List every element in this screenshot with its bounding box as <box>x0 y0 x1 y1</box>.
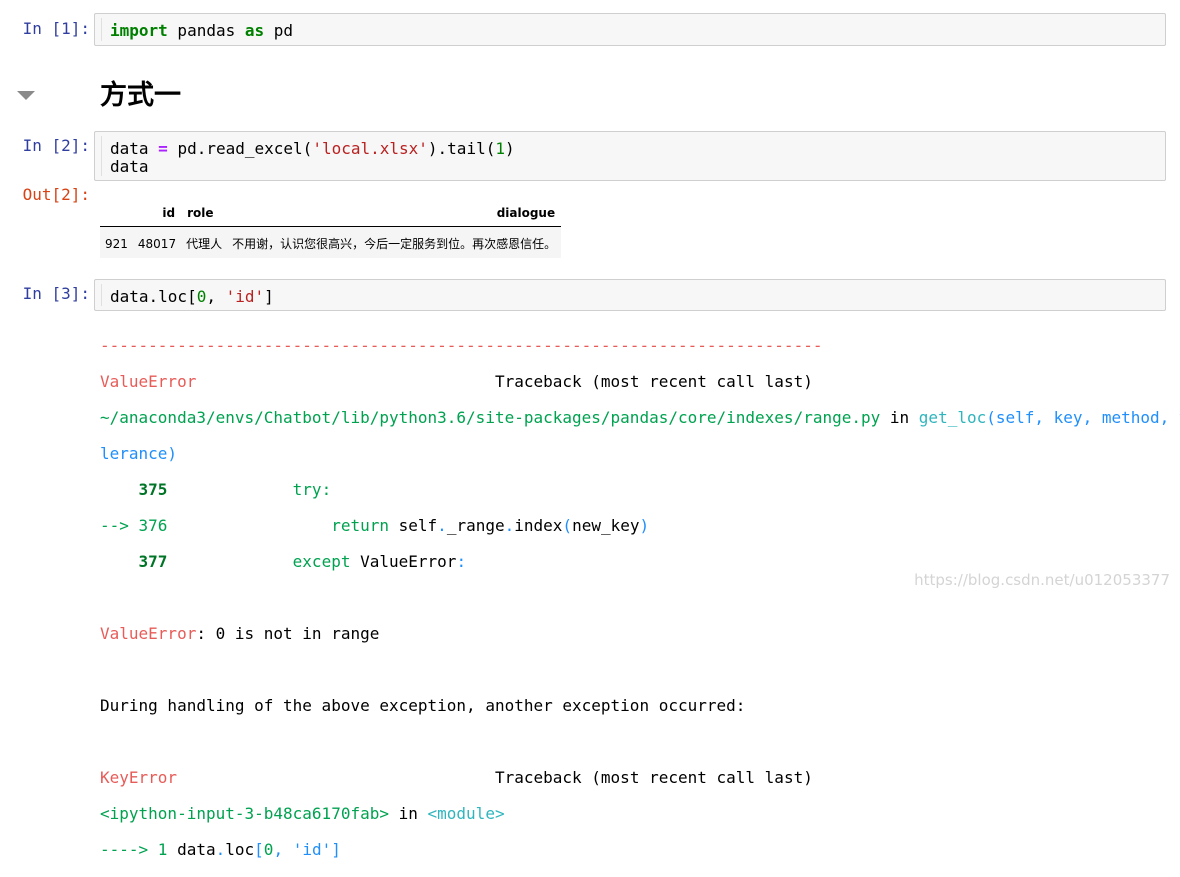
keyword-as: as <box>244 21 265 40</box>
function-name: get_loc <box>918 408 987 427</box>
code-text: data <box>110 157 149 176</box>
error-traceback: ----------------------------------------… <box>100 319 1180 877</box>
error-type: ValueError <box>100 372 197 391</box>
traceback-code-line: 377 except ValueError: <box>100 553 1170 571</box>
code-text: ) <box>504 139 515 158</box>
string-literal: 'id' <box>225 287 265 306</box>
code-fragment: loc <box>225 840 255 859</box>
cell2-out-prompt: Out[2]: <box>22 185 90 204</box>
traceback-header-line: KeyError Traceback (most recent call las… <box>100 769 1170 787</box>
error-type: ValueError <box>100 624 197 643</box>
column-header-role: role <box>181 200 228 227</box>
cell-dialogue: 不用谢，认识您很高兴，今后一定服务到位。再次感恩信任。 <box>227 226 562 258</box>
cell-role: 代理人 <box>181 226 228 258</box>
code-punct: . <box>504 516 515 535</box>
cell1-prompt: In [1]: <box>22 19 90 38</box>
traceback-code-line: --> 376 return self._range.index(new_key… <box>100 517 1170 535</box>
cell1-code-input[interactable]: import pandas as pd <box>94 13 1166 46</box>
table-row: 921 48017 代理人 不用谢，认识您很高兴，今后一定服务到位。再次感恩信任… <box>100 226 562 258</box>
code-fragment: ValueError <box>350 552 457 571</box>
input-reference: <ipython-input-3-b48ca6170fab> <box>100 804 389 823</box>
column-header-id: id <box>132 200 182 227</box>
collapse-heading-icon[interactable] <box>17 91 35 100</box>
traceback-header-line: ValueError Traceback (most recent call l… <box>100 373 1170 391</box>
traceback-separator: ----------------------------------------… <box>100 336 823 355</box>
code-punct: . <box>437 516 447 535</box>
code-text: , <box>206 287 226 306</box>
cell3-prompt: In [3]: <box>22 284 90 303</box>
traceback-file-line: ~/anaconda3/envs/Chatbot/lib/python3.6/s… <box>100 408 1180 427</box>
code-number: 0 <box>263 840 274 859</box>
traceback-code-line: ----> 1 data.loc[0, 'id'] <box>100 841 1170 859</box>
module-name: pandas <box>167 21 245 40</box>
code-fragment: index <box>514 516 563 535</box>
cell3-code-input[interactable]: data.loc[0, 'id'] <box>94 279 1166 311</box>
alias-name: pd <box>264 21 294 40</box>
code-text: data <box>110 139 159 158</box>
code-keyword: return <box>167 516 389 535</box>
function-args: (self, key, method, to <box>986 408 1180 427</box>
traceback-label: Traceback (most recent call last) <box>494 768 813 787</box>
traceback-file-line: <ipython-input-3-b48ca6170fab> in <modul… <box>100 805 1170 823</box>
column-header-dialogue: dialogue <box>227 200 562 227</box>
function-args-wrap: lerance) <box>100 444 178 463</box>
error-message: ValueError: 0 is not in range <box>100 625 1170 643</box>
code-punct: [ <box>254 840 264 859</box>
number-literal: 1 <box>495 139 505 158</box>
traceback-code-line: 375 try: <box>100 481 1170 499</box>
module-reference: <module> <box>427 804 505 823</box>
row-index: 921 <box>100 226 133 258</box>
traceback-label: Traceback (most recent call last) <box>494 372 813 391</box>
code-text: ).tail( <box>427 139 496 158</box>
keyword-import: import <box>110 21 168 40</box>
line-number: 375 <box>100 480 168 499</box>
index-header <box>100 200 133 227</box>
section-heading: 方式一 <box>100 80 181 111</box>
code-punct: : <box>456 552 467 571</box>
watermark-text: https://blog.csdn.net/u012053377 <box>914 571 1170 589</box>
error-type: KeyError <box>100 768 178 787</box>
dataframe-output: id role dialogue 921 48017 代理人 不用谢，认识您很高… <box>100 200 562 258</box>
during-handling-text: During handling of the above exception, … <box>100 696 746 715</box>
code-text: pd.read_excel( <box>167 139 313 158</box>
cell2-code-input[interactable]: data = pd.read_excel('local.xlsx').tail(… <box>94 131 1166 181</box>
current-line-arrow: --> 376 <box>100 516 168 535</box>
code-punct: ) <box>639 516 650 535</box>
code-punct: ] <box>331 840 341 859</box>
assign-operator: = <box>158 139 168 158</box>
in-word: in <box>880 408 919 427</box>
error-text: : 0 is not in range <box>196 624 380 643</box>
code-punct: ( <box>562 516 573 535</box>
code-string: 'id' <box>292 840 332 859</box>
file-path: ~/anaconda3/envs/Chatbot/lib/python3.6/s… <box>100 408 881 427</box>
code-punct: . <box>215 840 226 859</box>
in-word: in <box>388 804 428 823</box>
number-literal: 0 <box>196 287 207 306</box>
code-keyword: except <box>167 552 351 571</box>
string-literal: 'local.xlsx' <box>312 139 428 158</box>
cell2-prompt: In [2]: <box>22 136 90 155</box>
code-fragment: _range <box>446 516 505 535</box>
table-header-row: id role dialogue <box>100 200 562 227</box>
code-fragment: new_key <box>572 516 640 535</box>
code-punct: , <box>273 840 293 859</box>
cell-id: 48017 <box>132 226 182 258</box>
code-fragment: data <box>167 840 216 859</box>
current-line-arrow: ----> 1 <box>100 840 168 859</box>
line-number: 377 <box>100 552 168 571</box>
code-text: data.loc[ <box>110 287 197 306</box>
code-text: ] <box>264 287 274 306</box>
code-fragment: self <box>389 516 438 535</box>
code-fragment: try: <box>167 480 332 499</box>
